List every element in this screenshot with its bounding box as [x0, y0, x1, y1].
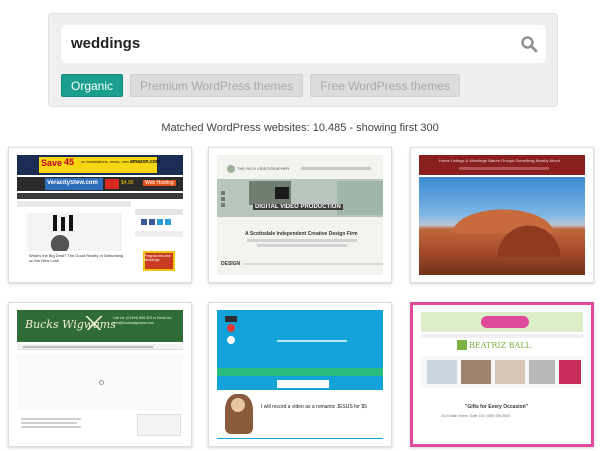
section-heading: DESIGN — [221, 261, 241, 267]
ad-percent-text: 45 — [64, 157, 75, 167]
ad-hosting-text: Web Hosting — [143, 180, 176, 186]
tagline-text: A Scottsdale Independent Creative Design… — [245, 231, 358, 237]
result-card-5[interactable]: I will record a video as a romantic JESU… — [208, 302, 392, 447]
result-card-6[interactable]: BEATRIZ BALL "Gifts for Every Occasion" … — [410, 302, 594, 447]
result-card-4[interactable]: Bucks Wigwams Call Us: (01494) 868 423 o… — [8, 302, 192, 447]
hero-heading: DIGITAL VIDEO PRODUCTION — [253, 204, 343, 210]
search-icon[interactable] — [520, 35, 538, 53]
thumbnail-2: THE RICH VIDEOGRAPHER DIGITAL VIDEO PROD… — [217, 155, 383, 275]
search-panel: weddings Organic Premium WordPress theme… — [48, 13, 558, 107]
tab-premium-wordpress-themes[interactable]: Premium WordPress themes — [130, 74, 304, 97]
filter-tabs: Organic Premium WordPress themes Free Wo… — [61, 74, 461, 97]
thumbnail-1: Save 45 on Installations, news, menus, a… — [17, 155, 183, 275]
brand-logo-text: BEATRIZ BALL — [469, 341, 531, 350]
post-caption: What's the Big Deal? The Good Reality of… — [29, 253, 124, 263]
caption-text: "Gifts for Every Occasion" — [465, 404, 529, 410]
tab-organic[interactable]: Organic — [61, 74, 124, 97]
site-logo-text: THE RICH VIDEOGRAPHER — [237, 166, 290, 171]
results-count: Matched WordPress websites: 10.485 - sho… — [161, 122, 439, 134]
thumbnail-6: BEATRIZ BALL "Gifts for Every Occasion" … — [421, 312, 583, 437]
ad-price-text: $4.95 — [121, 180, 134, 186]
site-nav-text: Home Listings & Weddings Nature Groups S… — [439, 158, 560, 163]
ad-domain-text: VeracityStew.com — [47, 180, 98, 186]
thumbnail-5: I will record a video as a romantic JESU… — [217, 310, 383, 439]
thumbnail-3: Home Listings & Weddings Nature Groups S… — [419, 155, 585, 275]
thumbnail-4: Bucks Wigwams Call Us: (01494) 868 423 o… — [17, 310, 183, 439]
result-card-2[interactable]: THE RICH VIDEOGRAPHER DIGITAL VIDEO PROD… — [208, 147, 392, 283]
promo-text: I will record a video as a romantic JESU… — [261, 404, 367, 410]
ad-brand-text: amazon.com — [130, 159, 161, 165]
search-input[interactable]: weddings — [71, 35, 140, 52]
ad-sub-text: on Installations, news, menus, and edito… — [81, 159, 129, 164]
result-card-3[interactable]: Home Listings & Weddings Nature Groups S… — [410, 147, 594, 283]
header-contact-text: Call Us: (01494) 868 423 or Email Us: in… — [113, 316, 172, 325]
result-card-1[interactable]: Save 45 on Installations, news, menus, a… — [8, 147, 192, 283]
side-ad-text: Pregnancies and Weddings — [144, 254, 171, 262]
tab-free-wordpress-themes[interactable]: Free WordPress themes — [310, 74, 461, 97]
ad-save-text: Save — [41, 158, 63, 168]
footer-text: 2024 Main Street, Suite 100, (555) 555-5… — [441, 414, 511, 418]
search-box[interactable]: weddings — [61, 25, 546, 63]
